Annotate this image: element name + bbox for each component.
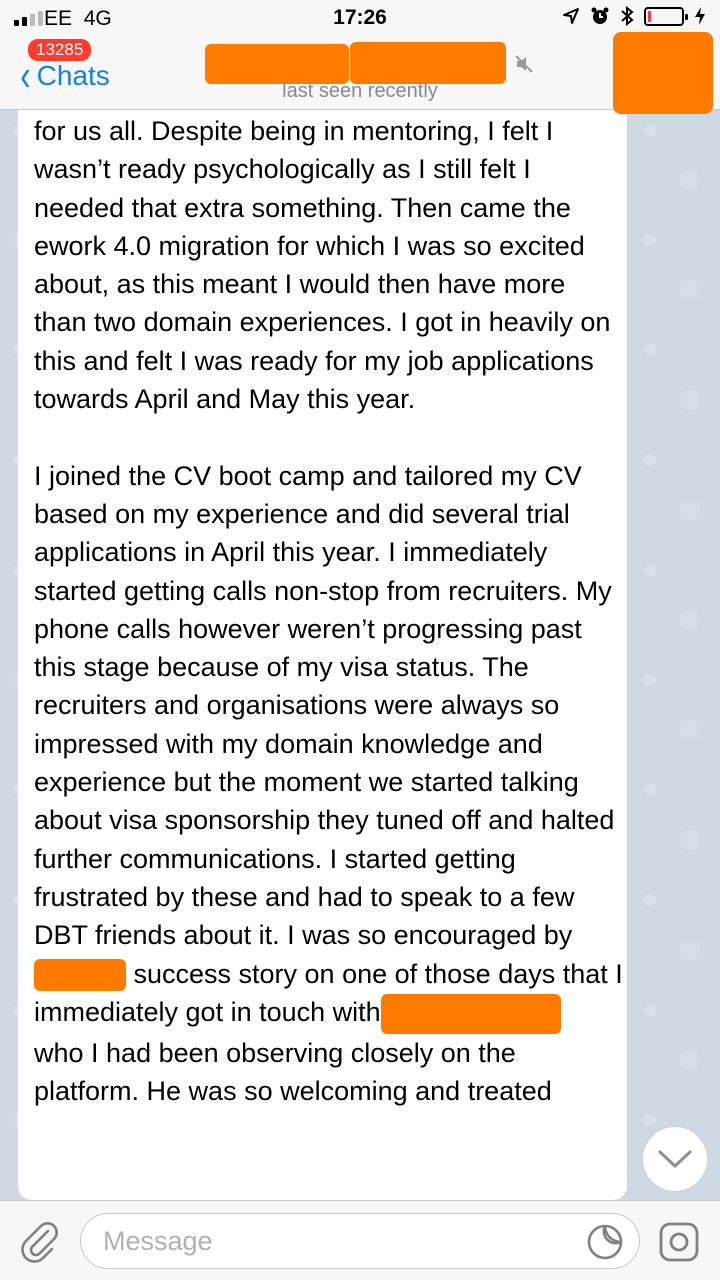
last-seen-status: last seen recently bbox=[282, 80, 438, 102]
message-input[interactable] bbox=[80, 1213, 640, 1269]
unread-count-badge: 13285 bbox=[26, 37, 94, 63]
charging-bolt-icon bbox=[695, 7, 705, 25]
scroll-to-bottom-button[interactable] bbox=[642, 1126, 708, 1192]
message-bubble[interactable]: for us all. Despite being in mentoring, … bbox=[18, 100, 627, 1200]
contact-avatar[interactable] bbox=[613, 32, 713, 114]
attach-paperclip-icon[interactable] bbox=[18, 1219, 62, 1263]
name-redaction bbox=[34, 959, 126, 992]
contact-surname-redaction[interactable] bbox=[350, 42, 506, 84]
battery-icon bbox=[644, 6, 688, 26]
chat-header: ‹ Chats 13285 last seen recently bbox=[0, 32, 720, 114]
battery-level bbox=[648, 10, 651, 22]
status-bar: EE 4G 17:26 bbox=[0, 0, 720, 36]
contact-name-redaction[interactable] bbox=[205, 44, 349, 84]
alarm-clock-icon bbox=[591, 7, 609, 24]
mentor-name-redaction bbox=[380, 993, 561, 1034]
camera-icon[interactable] bbox=[658, 1221, 700, 1263]
message-text-part-1: for us all. Despite being in mentoring, … bbox=[34, 116, 615, 951]
sticker-icon[interactable] bbox=[586, 1223, 624, 1261]
mute-icon bbox=[515, 55, 533, 73]
message-text-part-3: who I had been observing closely on the … bbox=[34, 1037, 552, 1106]
bluetooth-icon bbox=[621, 6, 634, 26]
message-input-bar bbox=[0, 1200, 720, 1280]
status-icons bbox=[562, 6, 706, 26]
chevron-down-icon bbox=[658, 1150, 692, 1168]
message-text: for us all. Despite being in mentoring, … bbox=[34, 112, 624, 1110]
location-arrow-icon bbox=[563, 8, 579, 24]
